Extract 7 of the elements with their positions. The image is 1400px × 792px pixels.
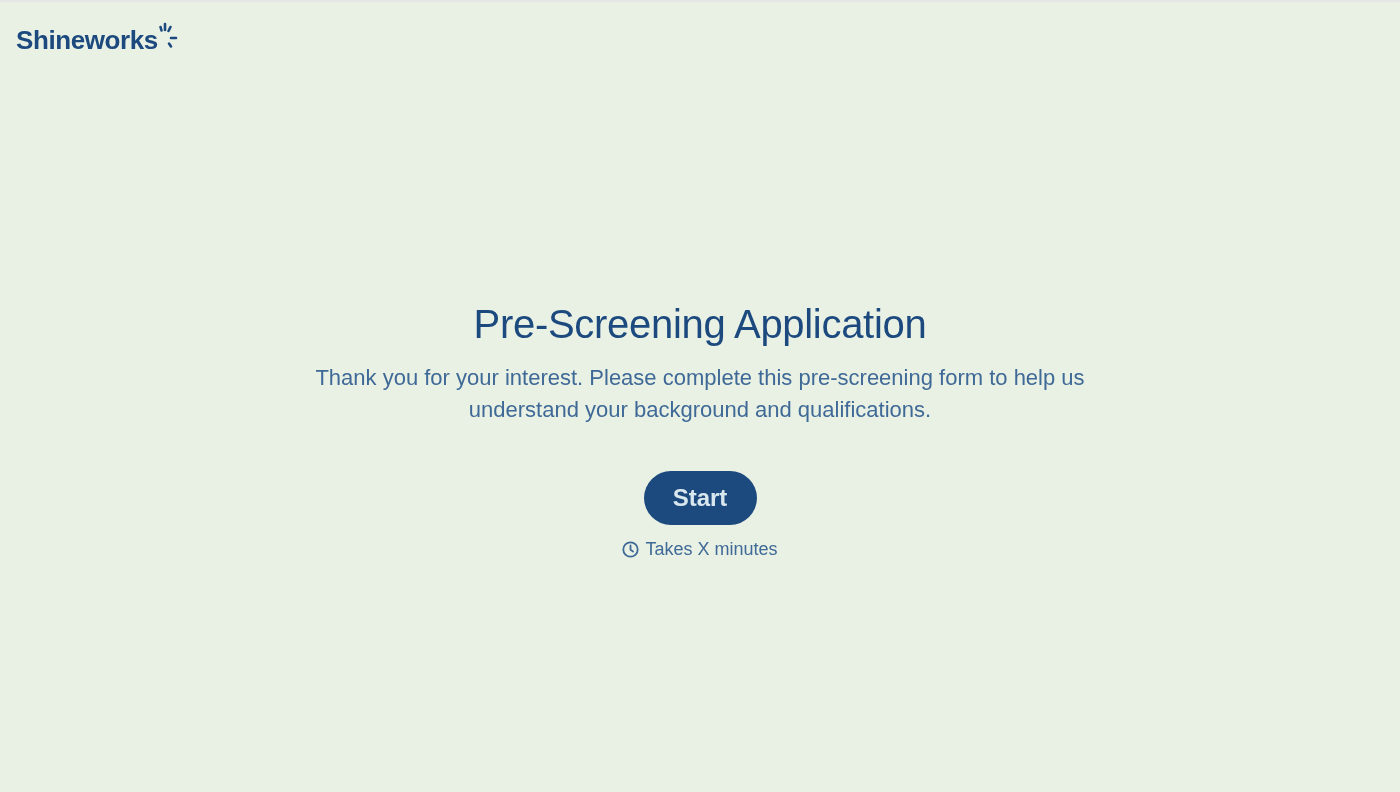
sparkle-icon: [157, 21, 178, 50]
intro-text: Thank you for your interest. Please complete this pre-screening form to help us understand your background and qualifications.: [314, 364, 1086, 424]
brand-name: Shineworks: [16, 24, 158, 55]
start-button[interactable]: Start: [643, 471, 757, 525]
duration-text: Takes X minutes: [645, 538, 778, 560]
clock-icon: [622, 540, 640, 558]
page-title: Pre-Screening Application: [473, 301, 927, 348]
